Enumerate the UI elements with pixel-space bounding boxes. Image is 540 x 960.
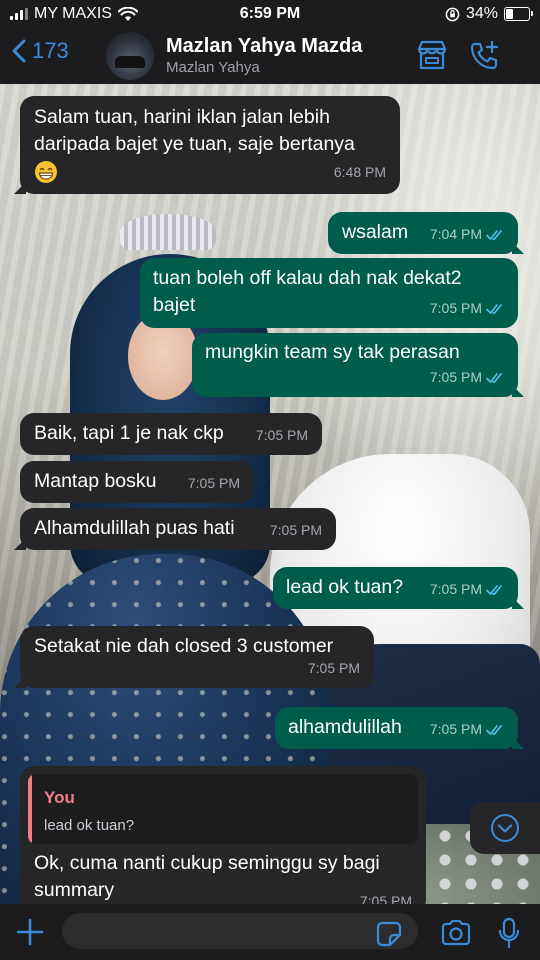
message-text: Salam tuan, harini iklan jalan lebih dar…: [34, 104, 355, 192]
microphone-icon: [498, 917, 520, 949]
message-incoming[interactable]: Alhamdulillah puas hati 7:05 PM: [14, 508, 336, 550]
quoted-text: lead ok tuan?: [44, 817, 135, 834]
bubble-tail: [14, 182, 26, 194]
bubble-tail: [14, 676, 26, 688]
message-text: lead ok tuan?: [286, 576, 404, 598]
message-incoming[interactable]: Setakat nie dah closed 3 customer 7:05 P…: [14, 626, 374, 688]
scroll-to-bottom-button[interactable]: [470, 802, 540, 854]
status-bar-right: 34%: [445, 5, 533, 23]
time-label: 7:05 PM: [429, 369, 482, 385]
battery-percent: 34%: [465, 5, 498, 22]
message-text: wsalam: [342, 221, 409, 243]
time-label: 7:05 PM: [255, 427, 308, 443]
voice-message-button[interactable]: [498, 917, 520, 954]
bubble-tail: [14, 538, 26, 550]
wallpaper-crown: [120, 214, 216, 250]
message-incoming[interactable]: Salam tuan, harini iklan jalan lebih dar…: [14, 96, 400, 194]
message-incoming-reply[interactable]: You lead ok tuan? Ok, cuma nanti cukup s…: [20, 766, 426, 914]
message-input[interactable]: [62, 913, 418, 949]
time-label: 7:05 PM: [269, 522, 322, 538]
double-check-read-icon: [486, 584, 502, 595]
back-button[interactable]: 173: [12, 38, 69, 64]
double-check-read-icon: [486, 229, 502, 240]
bubble-tail: [512, 597, 524, 609]
message-time: 7:05 PM: [308, 655, 360, 682]
message-time: 7:05 PM: [256, 422, 308, 449]
phone-plus-icon: [470, 40, 499, 70]
contact-name[interactable]: Mazlan Yahya Mazda: [166, 35, 362, 58]
message-time: 7:05 PM: [430, 295, 504, 322]
time-label: 7:04 PM: [429, 226, 482, 242]
double-check-read-icon: [486, 303, 502, 314]
car-image: [115, 56, 145, 68]
message-outgoing[interactable]: tuan boleh off kalau dah nak dekat2 baje…: [140, 258, 518, 328]
message-text: Setakat nie dah closed 3 customer: [34, 635, 334, 657]
orientation-lock-icon: [445, 7, 460, 21]
message-line: daripada bajet ye tuan, saje bertanya: [34, 133, 355, 155]
bubble-tail: [512, 385, 524, 397]
status-bar: MY MAXIS 6:59 PM 34%: [0, 0, 540, 28]
bubble-tail: [512, 737, 524, 749]
contact-avatar[interactable]: [106, 32, 154, 80]
time-label: 7:05 PM: [429, 581, 482, 597]
message-line: Salam tuan, harini iklan jalan lebih: [34, 106, 330, 128]
chevron-down-circle-icon: [491, 814, 519, 842]
catalog-button[interactable]: [416, 40, 448, 75]
store-icon: [417, 40, 447, 70]
bubble-tail: [512, 242, 524, 254]
message-composer: [0, 904, 540, 960]
message-text: Mantap bosku: [34, 470, 157, 492]
contact-subtitle: Mazlan Yahya: [166, 59, 260, 76]
message-incoming[interactable]: Mantap bosku 7:05 PM: [20, 461, 254, 503]
sticker-icon: [376, 921, 402, 947]
battery-level: [506, 9, 513, 19]
message-text: Alhamdulillah puas hati: [34, 517, 235, 539]
message-time: 7:05 PM: [430, 576, 504, 603]
quoted-message[interactable]: You lead ok tuan?: [28, 774, 418, 844]
time-label: 6:48 PM: [333, 164, 386, 180]
time-label: 7:05 PM: [429, 300, 482, 316]
chat-header: 173 Mazlan Yahya Mazda Mazlan Yahya: [0, 28, 540, 84]
add-call-button[interactable]: [468, 40, 500, 77]
camera-button[interactable]: [440, 919, 472, 951]
attach-button[interactable]: [14, 916, 46, 953]
message-time: 7:05 PM: [430, 364, 504, 391]
plus-icon: [16, 918, 44, 946]
quote-accent-bar: [28, 774, 32, 844]
double-check-read-icon: [486, 372, 502, 383]
chevron-left-icon: [12, 39, 26, 63]
message-line: tuan boleh off kalau dah nak dekat2: [153, 267, 462, 289]
message-incoming[interactable]: Baik, tapi 1 je nak ckp 7:05 PM: [20, 413, 322, 455]
message-text: tuan boleh off kalau dah nak dekat2 baje…: [153, 265, 462, 319]
message-line: bajet: [153, 294, 196, 316]
message-time: 7:05 PM: [430, 716, 504, 743]
time-label: 7:05 PM: [429, 721, 482, 737]
message-text: alhamdulillah: [288, 716, 402, 738]
message-time: 7:05 PM: [270, 517, 322, 544]
message-text: mungkin team sy tak perasan: [205, 341, 460, 363]
battery-icon: [504, 7, 533, 21]
message-outgoing[interactable]: lead ok tuan? 7:05 PM: [273, 567, 524, 609]
message-outgoing[interactable]: wsalam 7:04 PM: [328, 212, 524, 254]
message-line: summary: [34, 879, 115, 901]
time-label: 7:05 PM: [187, 475, 240, 491]
quoted-author: You: [44, 788, 75, 807]
unread-chats-count: 173: [32, 38, 69, 63]
message-text: Baik, tapi 1 je nak ckp: [34, 422, 224, 444]
camera-icon: [441, 919, 471, 946]
sticker-button[interactable]: [376, 921, 402, 952]
message-time: 7:05 PM: [188, 470, 240, 497]
double-check-read-icon: [486, 724, 502, 735]
message-time: 7:04 PM: [430, 221, 504, 248]
grinning-face-icon: [35, 161, 57, 183]
time-label: 7:05 PM: [307, 660, 360, 676]
message-outgoing[interactable]: mungkin team sy tak perasan 7:05 PM: [192, 333, 524, 397]
message-line: Ok, cuma nanti cukup seminggu sy bagi: [34, 852, 380, 874]
message-time: 6:48 PM: [334, 159, 386, 186]
message-outgoing[interactable]: alhamdulillah 7:05 PM: [275, 707, 524, 749]
message-text: Ok, cuma nanti cukup seminggu sy bagi su…: [34, 850, 380, 904]
